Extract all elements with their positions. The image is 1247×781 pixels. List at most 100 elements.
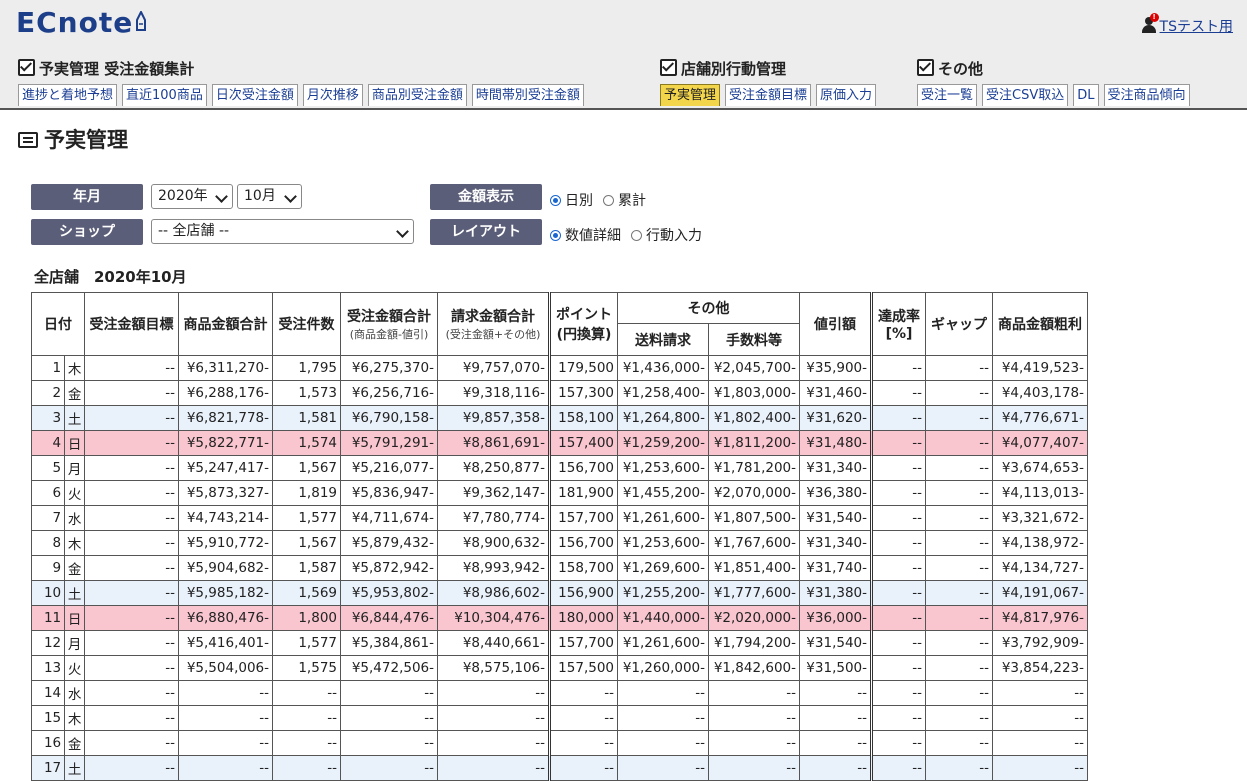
tab-dl[interactable]: DL	[1073, 84, 1099, 106]
tab-progress[interactable]: 進捗と着地予想	[18, 84, 118, 106]
cell-order-total: ¥5,872,942-	[340, 555, 438, 581]
cell-product-total: --	[178, 705, 273, 731]
tab-cost-input[interactable]: 原価入力	[816, 84, 877, 106]
cell-count: 1,567	[272, 455, 341, 481]
cell-day: 1	[30, 355, 66, 381]
cell-points: 156,900	[549, 580, 618, 606]
tab-recent-100[interactable]: 直近100商品	[122, 84, 207, 106]
nav-group-title: 予実管理 受注金額集計	[39, 60, 195, 78]
table-row: 11 日 -- ¥6,880,476- 1,800 ¥6,844,476- ¥10,304,…	[30, 605, 1088, 631]
cell-points: 157,300	[549, 380, 618, 406]
cell-product-total: ¥6,821,778-	[178, 405, 273, 431]
cell-weekday: 水	[64, 505, 85, 531]
layout-radio-detail[interactable]	[550, 229, 561, 241]
cell-discount: --	[799, 730, 873, 756]
cell-product-total: ¥5,985,182-	[178, 580, 273, 606]
cell-target: --	[84, 630, 179, 656]
cell-weekday: 金	[64, 555, 85, 581]
cell-gap: --	[925, 605, 993, 631]
table-row: 2 金 -- ¥6,288,176- 1,573 ¥6,256,716- ¥9,318,11…	[30, 380, 1088, 406]
col-date: 日付	[31, 292, 85, 356]
cell-count: --	[272, 730, 341, 756]
table-row: 7 水 -- ¥4,743,214- 1,577 ¥4,711,674- ¥7,780,77…	[30, 505, 1088, 531]
cell-count: 1,577	[272, 505, 341, 531]
col-invoice-total-sub: (受注金額+その他)	[445, 328, 541, 341]
cell-rate: --	[871, 605, 926, 631]
tab-by-product[interactable]: 商品別受注金額	[367, 84, 467, 106]
cell-count: 1,587	[272, 555, 341, 581]
cell-points: 157,700	[549, 630, 618, 656]
tab-csv-import[interactable]: 受注CSV取込	[982, 84, 1069, 106]
cell-fees: ¥1,767,600-	[708, 530, 800, 556]
nav-tabs-group-2: 予実管理 受注金額目標 原価入力	[660, 84, 877, 106]
tab-order-list[interactable]: 受注一覧	[917, 84, 978, 106]
cell-order-total: ¥5,879,432-	[340, 530, 438, 556]
year-select[interactable]: 2020年	[151, 184, 233, 209]
check-icon	[660, 59, 677, 76]
col-count: 受注件数	[272, 292, 341, 356]
amount-label: 金額表示	[430, 184, 542, 210]
cell-product-total: ¥5,822,771-	[178, 430, 273, 456]
tab-daily-orders[interactable]: 日次受注金額	[211, 84, 298, 106]
cell-product-total: ¥6,880,476-	[178, 605, 273, 631]
cell-count: 1,577	[272, 630, 341, 656]
table-row: 10 土 -- ¥5,985,182- 1,569 ¥5,953,802- ¥8,986,6…	[30, 580, 1088, 606]
shop-select[interactable]: -- 全店舗 --	[151, 219, 414, 244]
cell-product-total: --	[178, 755, 273, 781]
cell-invoice-total: ¥9,757,070-	[437, 355, 551, 381]
cell-day: 12	[30, 630, 66, 656]
cell-shipping: --	[617, 730, 709, 756]
cell-gap: --	[925, 755, 993, 781]
cell-order-total: --	[340, 755, 438, 781]
app-logo[interactable]: ECnote	[16, 6, 147, 39]
cell-count: 1,800	[272, 605, 341, 631]
cell-gross: ¥3,792,909-	[992, 630, 1088, 656]
amount-option-cumulative[interactable]: 累計	[618, 190, 646, 210]
pencil-icon	[136, 11, 147, 31]
cell-day: 16	[30, 730, 66, 756]
cell-product-total: ¥5,904,682-	[178, 555, 273, 581]
cell-discount: ¥31,340-	[799, 530, 873, 556]
cell-discount: ¥31,500-	[799, 655, 873, 681]
cell-day: 9	[30, 555, 66, 581]
tab-product-trend[interactable]: 受注商品傾向	[1103, 84, 1190, 106]
tab-by-hour[interactable]: 時間帯別受注金額	[471, 84, 584, 106]
logo-text: ECnote	[16, 6, 134, 39]
cell-points: 156,700	[549, 455, 618, 481]
amount-radio-cumulative[interactable]	[603, 194, 614, 206]
user-link[interactable]: TSテスト用	[1160, 19, 1233, 35]
cell-product-total: --	[178, 680, 273, 706]
layout-option-action[interactable]: 行動入力	[646, 225, 702, 245]
cell-gap: --	[925, 630, 993, 656]
cell-order-total: ¥5,472,506-	[340, 655, 438, 681]
cell-count: 1,795	[272, 355, 341, 381]
cell-fees: --	[708, 705, 800, 731]
tab-monthly-trend[interactable]: 月次推移	[302, 84, 363, 106]
cell-gap: --	[925, 705, 993, 731]
cell-target: --	[84, 405, 179, 431]
amount-radio-daily[interactable]	[550, 194, 561, 206]
cell-target: --	[84, 580, 179, 606]
cell-order-total: ¥5,216,077-	[340, 455, 438, 481]
cell-discount: ¥36,380-	[799, 480, 873, 506]
cell-shipping: ¥1,255,200-	[617, 580, 709, 606]
cell-count: --	[272, 705, 341, 731]
tab-order-target[interactable]: 受注金額目標	[725, 84, 812, 106]
cell-target: --	[84, 430, 179, 456]
layout-radio-action[interactable]	[631, 229, 642, 241]
table-row: 15 木 -- -- -- -- -- -- -- -- -- -- -- --	[30, 705, 1088, 731]
cell-target: --	[84, 505, 179, 531]
cell-day: 5	[30, 455, 66, 481]
cell-order-total: ¥4,711,674-	[340, 505, 438, 531]
user-menu[interactable]: ! TSテスト用	[1141, 13, 1233, 36]
cell-invoice-total: ¥7,780,774-	[437, 505, 551, 531]
tab-yojitsu-active[interactable]: 予実管理	[660, 84, 721, 106]
month-select[interactable]: 10月	[237, 184, 302, 209]
cell-fees: ¥1,851,400-	[708, 555, 800, 581]
layout-option-detail[interactable]: 数値詳細	[565, 225, 621, 245]
cell-discount: ¥31,540-	[799, 505, 873, 531]
col-gross: 商品金額粗利	[992, 292, 1088, 356]
amount-option-daily[interactable]: 日別	[565, 190, 593, 210]
cell-gap: --	[925, 355, 993, 381]
table-caption: 全店舗 2020年10月	[34, 268, 187, 286]
